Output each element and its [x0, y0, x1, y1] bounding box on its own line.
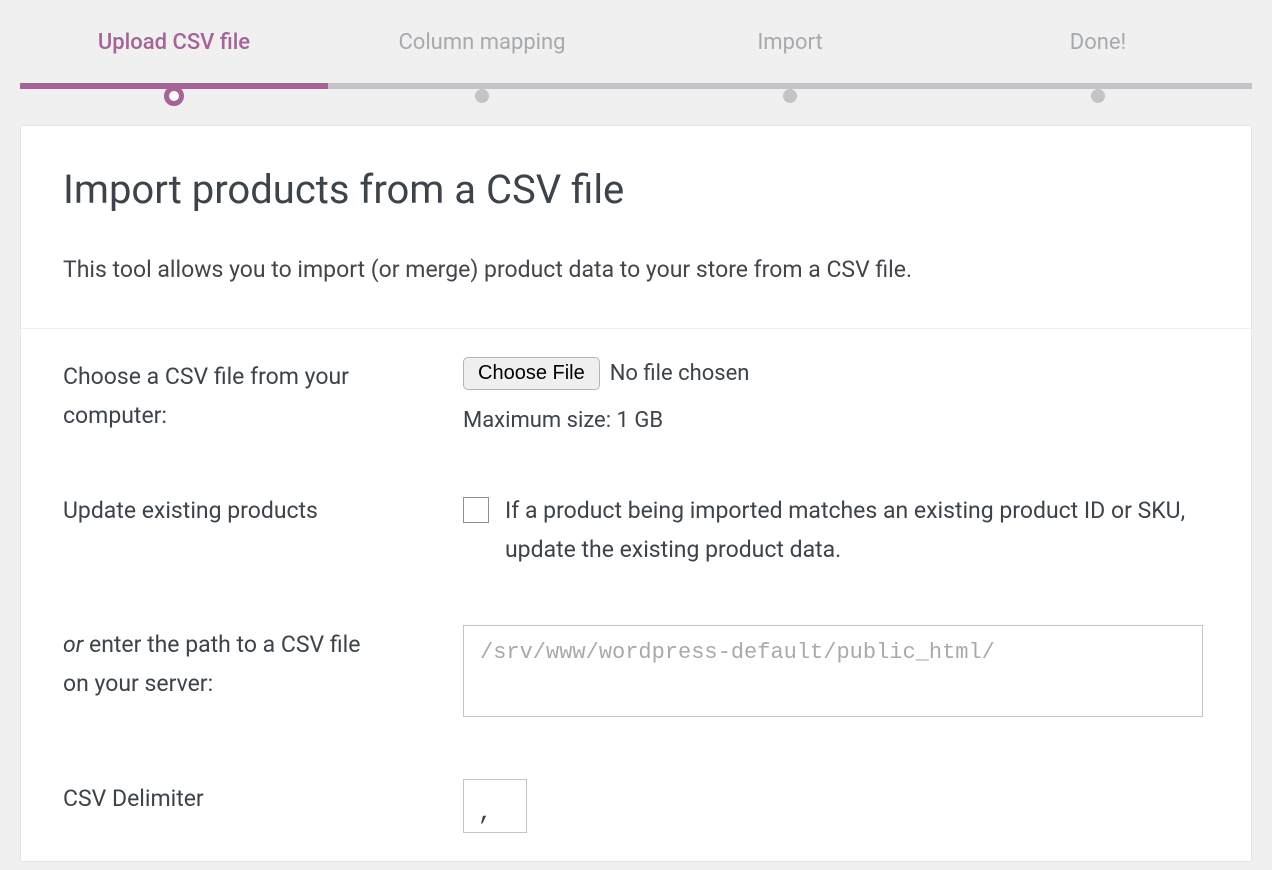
- choose-file-button[interactable]: Choose File: [463, 357, 600, 390]
- step-import-dot: [783, 89, 797, 103]
- step-mapping[interactable]: Column mapping: [328, 30, 636, 70]
- choose-file-label: Choose a CSV file from your computer:: [21, 329, 421, 463]
- page-title: Import products from a CSV file: [63, 166, 1209, 213]
- card-header: Import products from a CSV file This too…: [21, 126, 1251, 329]
- progress-stepper: Upload CSV file Column mapping Import Do…: [20, 20, 1252, 70]
- server-path-input[interactable]: [463, 625, 1203, 717]
- import-card: Import products from a CSV file This too…: [20, 125, 1252, 862]
- step-import[interactable]: Import: [636, 30, 944, 70]
- page-subtitle: This tool allows you to import (or merge…: [63, 253, 1209, 288]
- step-mapping-dot: [475, 89, 489, 103]
- step-done[interactable]: Done!: [944, 30, 1252, 70]
- update-existing-checkbox[interactable]: [463, 497, 489, 523]
- step-upload-dot: [164, 86, 184, 106]
- update-existing-label: Update existing products: [21, 463, 421, 597]
- server-path-label: or enter the path to a CSV file on your …: [21, 597, 421, 751]
- step-done-dot: [1091, 89, 1105, 103]
- server-path-label-prefix: or: [63, 631, 83, 658]
- delimiter-input[interactable]: [463, 779, 527, 833]
- update-existing-hint: If a product being imported matches an e…: [505, 491, 1203, 569]
- file-status: No file chosen: [610, 361, 750, 386]
- step-upload[interactable]: Upload CSV file: [20, 30, 328, 70]
- step-mapping-label: Column mapping: [328, 30, 636, 55]
- step-done-label: Done!: [944, 30, 1252, 55]
- delimiter-label: CSV Delimiter: [21, 751, 421, 861]
- max-size-hint: Maximum size: 1 GB: [463, 408, 1209, 433]
- step-import-label: Import: [636, 30, 944, 55]
- update-existing-row[interactable]: If a product being imported matches an e…: [463, 491, 1203, 569]
- step-upload-label: Upload CSV file: [20, 30, 328, 55]
- server-path-label-rest: enter the path to a CSV file on your ser…: [63, 631, 360, 697]
